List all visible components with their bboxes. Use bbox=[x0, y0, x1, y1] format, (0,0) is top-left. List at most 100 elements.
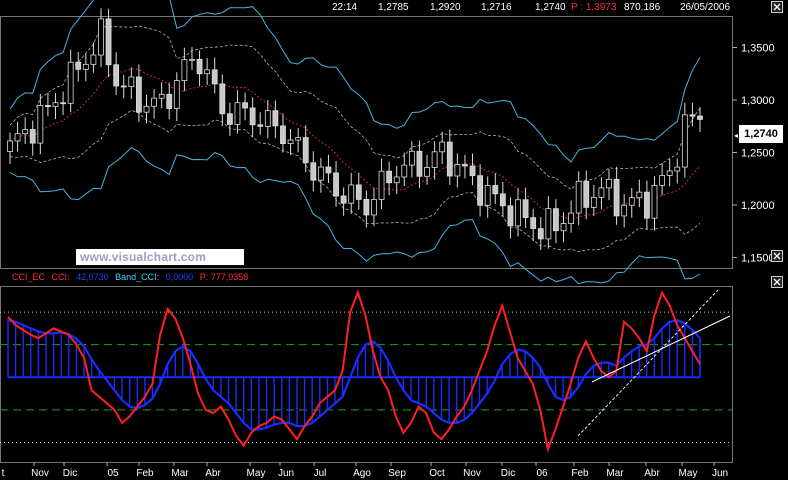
candle-body bbox=[280, 125, 286, 145]
chart-canvas: 1,3500 1,3000 1,2500 1,2000 1,1500 t Nov Dic 05 F… bbox=[0, 0, 775, 479]
candle-body bbox=[166, 93, 173, 109]
price-axis-label: 1,2500 bbox=[741, 148, 775, 160]
upper-envelope bbox=[9, 25, 701, 190]
candle-body bbox=[29, 129, 36, 144]
candle-body bbox=[697, 115, 703, 120]
candle-body bbox=[242, 102, 248, 109]
candle-body bbox=[287, 139, 294, 145]
candle-body bbox=[477, 175, 484, 206]
candle-body bbox=[644, 191, 650, 219]
x-axis-label: Mar bbox=[171, 468, 189, 479]
x-axis-label: May bbox=[247, 468, 266, 479]
x-axis-label: Dic bbox=[63, 468, 77, 479]
candle-body bbox=[340, 195, 347, 204]
x-axis-label: Nov bbox=[31, 468, 49, 479]
candle-body bbox=[75, 61, 82, 70]
x-axis-label: Ago bbox=[353, 468, 371, 479]
candle-body bbox=[484, 185, 491, 206]
price-axis-label: 1,3500 bbox=[741, 43, 775, 55]
candle-body bbox=[7, 140, 13, 152]
x-axis-label: Feb bbox=[136, 468, 154, 479]
candle-body bbox=[408, 150, 415, 166]
candle-body bbox=[45, 105, 51, 108]
candle-body bbox=[606, 178, 612, 189]
candle-body bbox=[22, 129, 29, 135]
candle-body bbox=[136, 76, 142, 113]
candle-body bbox=[575, 180, 582, 214]
price-pane-close-icon[interactable] bbox=[771, 250, 783, 262]
candle-body bbox=[674, 166, 681, 172]
candle-body bbox=[462, 164, 468, 167]
candle-body bbox=[302, 137, 309, 164]
candle-body bbox=[416, 150, 423, 177]
candle-body bbox=[378, 170, 385, 200]
price-axis-label: 1,1500 bbox=[741, 253, 775, 265]
candle-body bbox=[515, 199, 521, 227]
x-axis-label: 05 bbox=[107, 468, 119, 479]
x-axis-label: Feb bbox=[571, 468, 589, 479]
x-axis-label: Abr bbox=[644, 468, 660, 479]
legend-cci-label: CCI_EC bbox=[12, 272, 46, 282]
candle-body bbox=[204, 69, 211, 75]
price-marker: 1,2740 bbox=[738, 124, 784, 144]
candle-body bbox=[98, 18, 104, 56]
x-axis-label: t bbox=[2, 468, 5, 479]
candle-body bbox=[401, 164, 408, 178]
candle-body bbox=[348, 184, 355, 204]
candle-body bbox=[628, 197, 635, 206]
candle-body bbox=[545, 208, 552, 240]
candle-body bbox=[454, 164, 461, 177]
candle-body bbox=[659, 175, 665, 186]
candle-body bbox=[499, 193, 506, 207]
candle-body bbox=[507, 205, 514, 227]
cci-average-line bbox=[7, 319, 701, 431]
x-axis-label: Mar bbox=[606, 468, 624, 479]
x-axis-label: Jul bbox=[314, 468, 327, 479]
candle-body bbox=[128, 76, 135, 87]
x-axis-label: Nov bbox=[463, 468, 481, 479]
candle-body bbox=[681, 114, 688, 168]
candle-body bbox=[67, 61, 74, 104]
candle-body bbox=[651, 184, 658, 219]
candle-body bbox=[424, 167, 430, 177]
candle-body bbox=[249, 107, 256, 126]
candle-body bbox=[568, 212, 574, 224]
x-axis-label: Jun bbox=[278, 468, 294, 479]
x-axis-label: 06 bbox=[536, 468, 548, 479]
legend-p-value: P: 777,9358 bbox=[199, 272, 249, 282]
candle-body bbox=[553, 208, 559, 232]
price-axis-label: 1,2000 bbox=[741, 200, 775, 212]
candle-body bbox=[613, 178, 620, 217]
cci-pane-frame bbox=[0, 286, 733, 463]
candle-body bbox=[219, 83, 226, 115]
x-axis-label: Sep bbox=[388, 468, 406, 479]
candle-body bbox=[636, 191, 643, 199]
candle-body bbox=[560, 223, 567, 232]
candle-body bbox=[325, 166, 332, 174]
candle-body bbox=[431, 151, 438, 168]
price-axis-label: 1,3000 bbox=[741, 95, 775, 107]
cci-line bbox=[7, 289, 701, 453]
candle-body bbox=[666, 170, 673, 176]
candle-body bbox=[386, 170, 393, 184]
x-axis-label: May bbox=[679, 468, 698, 479]
candle-body bbox=[446, 141, 453, 177]
candle-body bbox=[151, 97, 157, 107]
candle-body bbox=[492, 185, 499, 195]
candle-body bbox=[52, 102, 59, 108]
candle-body bbox=[60, 102, 66, 105]
candle-body bbox=[310, 162, 317, 181]
indicator-legend: CCI_EC CCI: 42,0730 Band_CCI: 0,0000 P: … bbox=[12, 272, 252, 282]
watermark-label: www.visualchart.com bbox=[76, 249, 244, 265]
candle-body bbox=[363, 199, 370, 216]
candle-body bbox=[439, 141, 446, 153]
legend-cci-value: 42,0730 bbox=[76, 272, 109, 282]
lower-envelope bbox=[9, 109, 701, 253]
candle-body bbox=[317, 166, 324, 181]
candle-body bbox=[158, 93, 165, 99]
candle-body bbox=[469, 165, 476, 177]
candle-body bbox=[196, 58, 203, 75]
x-axis-label: Jun bbox=[712, 468, 728, 479]
candle-body bbox=[393, 176, 400, 184]
cci-pane-close-icon[interactable] bbox=[771, 276, 783, 288]
